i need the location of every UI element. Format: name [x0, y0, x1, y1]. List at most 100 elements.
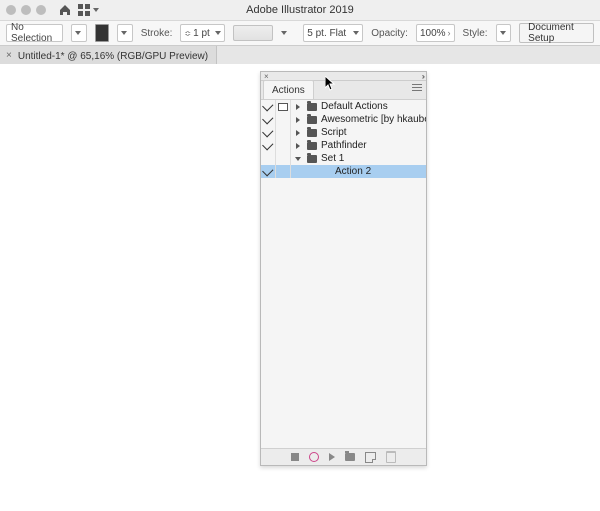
action-row-label: Set 1 [319, 153, 426, 164]
chevron-down-icon [500, 31, 506, 35]
brush-definition-dropdown[interactable]: 5 pt. Flat [303, 24, 363, 42]
dialog-column[interactable] [276, 165, 291, 178]
row-icon-slot [305, 100, 319, 113]
dialog-column[interactable] [276, 113, 291, 126]
panel-menu-icon[interactable] [412, 84, 422, 91]
opacity-dropdown[interactable]: 100% › [416, 24, 455, 42]
opacity-label: Opacity: [371, 28, 408, 39]
row-icon-slot [305, 139, 319, 152]
delete-icon[interactable] [386, 451, 396, 463]
action-row-label: Script [319, 127, 426, 138]
expand-toggle[interactable] [291, 126, 305, 139]
chevron-right-icon [296, 117, 300, 123]
toggle-column[interactable] [261, 113, 276, 126]
toggle-column[interactable] [261, 165, 276, 178]
action-row[interactable]: Action 2 [261, 165, 426, 178]
document-setup-button[interactable]: Document Setup [519, 23, 594, 43]
brush-definition-value: 5 pt. Flat [307, 28, 351, 39]
toggle-column[interactable] [261, 152, 276, 165]
chevron-down-icon [295, 157, 301, 161]
style-label: Style: [463, 28, 488, 39]
panel-tab-bar: Actions [261, 81, 426, 100]
stroke-label: Stroke: [141, 28, 173, 39]
checkmark-icon [262, 100, 273, 111]
expand-toggle[interactable] [305, 165, 319, 178]
folder-icon [307, 129, 317, 137]
action-row[interactable]: Script [261, 126, 426, 139]
chevron-down-icon [93, 8, 99, 12]
row-icon-slot [305, 113, 319, 126]
row-icon-slot [319, 165, 333, 178]
folder-icon [307, 116, 317, 124]
panel-collapse-icon[interactable]: ›› [422, 72, 423, 81]
record-icon[interactable] [309, 452, 319, 462]
menu-bar: Adobe Illustrator 2019 [0, 0, 600, 21]
fill-color-dropdown[interactable] [117, 24, 133, 42]
expand-toggle[interactable] [291, 139, 305, 152]
graphic-style-dropdown[interactable] [496, 24, 512, 42]
stroke-weight-dropdown[interactable]: ≎ 1 pt [180, 24, 225, 42]
selection-indicator: No Selection [6, 24, 63, 42]
folder-icon [307, 103, 317, 111]
actions-panel: × ›› Actions Default ActionsAwesometric … [260, 71, 427, 466]
action-row[interactable]: Awesometric [by hkaube] [261, 113, 426, 126]
variable-width-profile-dropdown[interactable] [233, 25, 273, 41]
new-action-icon[interactable] [365, 452, 376, 463]
row-icon-slot [305, 126, 319, 139]
chevron-down-icon [215, 31, 221, 35]
folder-icon [307, 142, 317, 150]
chevron-right-icon [296, 130, 300, 136]
arrange-documents-dropdown[interactable] [78, 4, 99, 16]
action-row-label: Default Actions [319, 101, 426, 112]
dialog-column[interactable] [276, 126, 291, 139]
actions-list: Default Actions Awesometric [by hkaube] Sc… [261, 100, 426, 448]
new-set-icon[interactable] [345, 453, 355, 461]
chevron-right-icon [296, 104, 300, 110]
dialog-column[interactable] [276, 152, 291, 165]
expand-toggle[interactable] [291, 152, 305, 165]
row-icon-slot [305, 152, 319, 165]
home-icon[interactable] [58, 3, 72, 17]
fill-none-dropdown[interactable] [71, 24, 87, 42]
document-tab[interactable]: × Untitled-1* @ 65,16% (RGB/GPU Preview) [0, 46, 217, 66]
chevron-down-icon [121, 31, 127, 35]
action-row-label: Action 2 [333, 166, 426, 177]
stop-icon[interactable] [291, 453, 299, 461]
actions-panel-footer [261, 448, 426, 465]
expand-toggle[interactable] [291, 100, 305, 113]
expand-toggle[interactable] [291, 113, 305, 126]
close-tab-icon[interactable]: × [6, 51, 12, 61]
opacity-value: 100% [420, 28, 446, 39]
toggle-column[interactable] [261, 100, 276, 113]
play-icon[interactable] [329, 453, 335, 461]
stroke-weight-value: 1 pt [193, 28, 213, 39]
zoom-window-icon[interactable] [36, 5, 46, 15]
arrange-documents-icon [78, 4, 90, 16]
dialog-column[interactable] [276, 100, 291, 113]
control-bar: No Selection Stroke: ≎ 1 pt 5 pt. Flat O… [0, 21, 600, 46]
action-row[interactable]: Set 1 [261, 152, 426, 165]
document-tab-label: Untitled-1* @ 65,16% (RGB/GPU Preview) [18, 51, 208, 62]
chevron-down-icon [281, 31, 287, 35]
toggle-column[interactable] [261, 126, 276, 139]
actions-tab[interactable]: Actions [263, 80, 314, 99]
action-row-label: Awesometric [by hkaube] [319, 114, 426, 125]
chevron-down-icon [75, 31, 81, 35]
action-row[interactable]: Default Actions [261, 100, 426, 113]
chevron-down-icon [353, 31, 359, 35]
folder-icon [307, 155, 317, 163]
close-window-icon[interactable] [6, 5, 16, 15]
dialog-icon [278, 103, 288, 111]
chevron-right-icon [296, 143, 300, 149]
toggle-column[interactable] [261, 139, 276, 152]
checkmark-icon [262, 126, 273, 137]
fill-swatch[interactable] [95, 24, 109, 42]
checkmark-icon [262, 113, 273, 124]
minimize-window-icon[interactable] [21, 5, 31, 15]
checkmark-icon [262, 139, 273, 150]
dialog-column[interactable] [276, 139, 291, 152]
window-controls [6, 5, 46, 15]
action-row[interactable]: Pathfinder [261, 139, 426, 152]
action-row-label: Pathfinder [319, 140, 426, 151]
checkmark-icon [262, 165, 273, 176]
